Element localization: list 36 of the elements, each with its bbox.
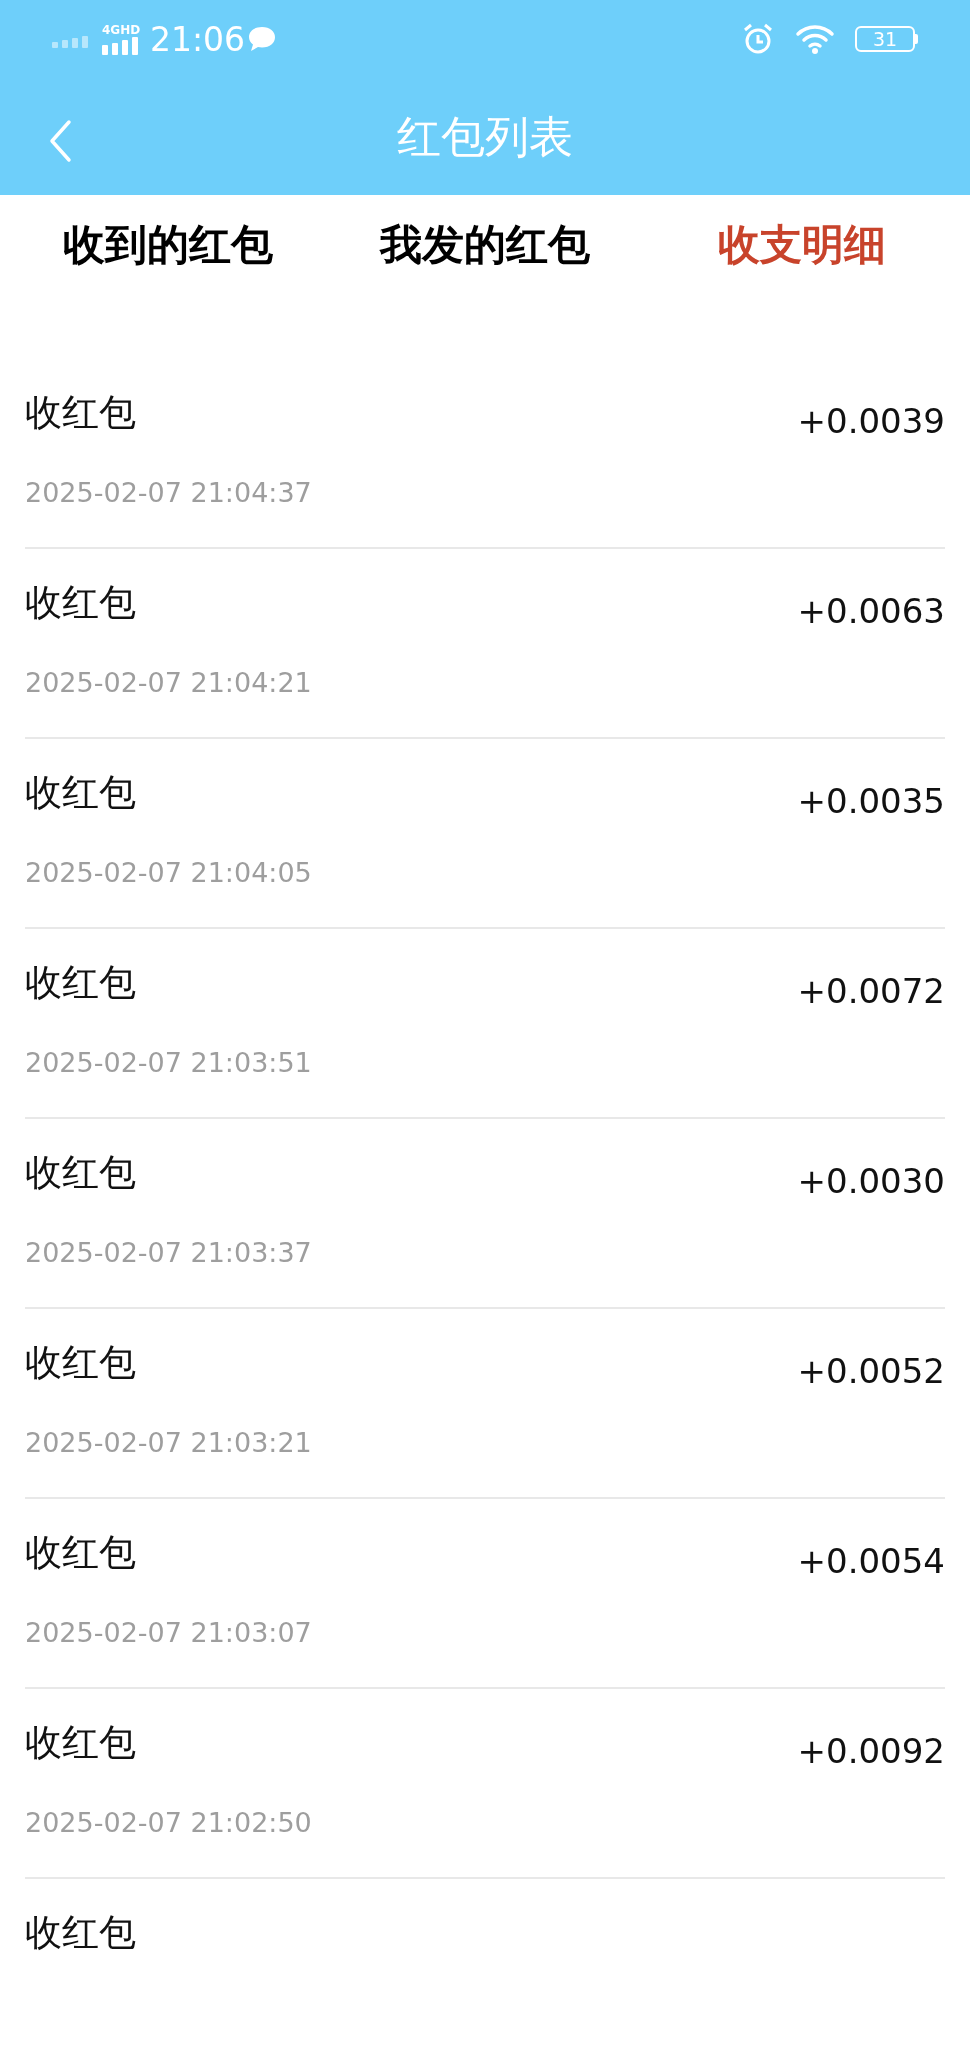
status-time: 21:06 (150, 22, 246, 56)
record-amount: +0.0052 (797, 1350, 945, 1393)
record-title: 收红包 (25, 580, 136, 626)
record-time: 2025-02-07 21:04:05 (25, 856, 312, 890)
record-time: 2025-02-07 21:02:50 (25, 1806, 312, 1840)
record-title: 收红包 (25, 1530, 136, 1576)
record-amount: +0.0054 (797, 1540, 945, 1583)
record-title: 收红包 (25, 390, 136, 436)
record-title: 收红包 (25, 1340, 136, 1386)
record-amount: +0.0063 (797, 590, 945, 633)
tab[interactable]: 收支明细 (717, 224, 886, 266)
chat-bubble-icon (247, 25, 278, 53)
network-label: 4GHD (102, 23, 141, 37)
record-title: 收红包 (25, 1910, 136, 1956)
record-time: 2025-02-07 21:03:51 (25, 1046, 312, 1080)
record-time: 2025-02-07 21:04:37 (25, 476, 312, 510)
record-amount: +0.0072 (797, 970, 945, 1013)
record-title: 收红包 (25, 960, 136, 1006)
record-amount: +0.0039 (797, 400, 945, 443)
record-title: 收红包 (25, 770, 136, 816)
record-time: 2025-02-07 21:04:21 (25, 666, 312, 700)
tab[interactable]: 收到的红包 (63, 224, 274, 266)
record-title: 收红包 (25, 1720, 136, 1766)
back-icon (48, 119, 72, 163)
wifi-icon (795, 23, 835, 55)
record-amount: +0.0092 (797, 1730, 945, 1773)
record-amount: +0.0030 (797, 1160, 945, 1203)
record-title: 收红包 (25, 1150, 136, 1196)
record-time: 2025-02-07 21:03:37 (25, 1236, 312, 1270)
alarm-icon (741, 22, 775, 56)
battery-level: 31 (872, 29, 898, 49)
record-time: 2025-02-07 21:03:07 (25, 1616, 312, 1650)
record-amount: +0.0035 (797, 780, 945, 823)
tab[interactable]: 我发的红包 (380, 224, 590, 266)
record-time: 2025-02-07 21:03:21 (25, 1426, 312, 1460)
page-title: 红包列表 (397, 114, 573, 159)
